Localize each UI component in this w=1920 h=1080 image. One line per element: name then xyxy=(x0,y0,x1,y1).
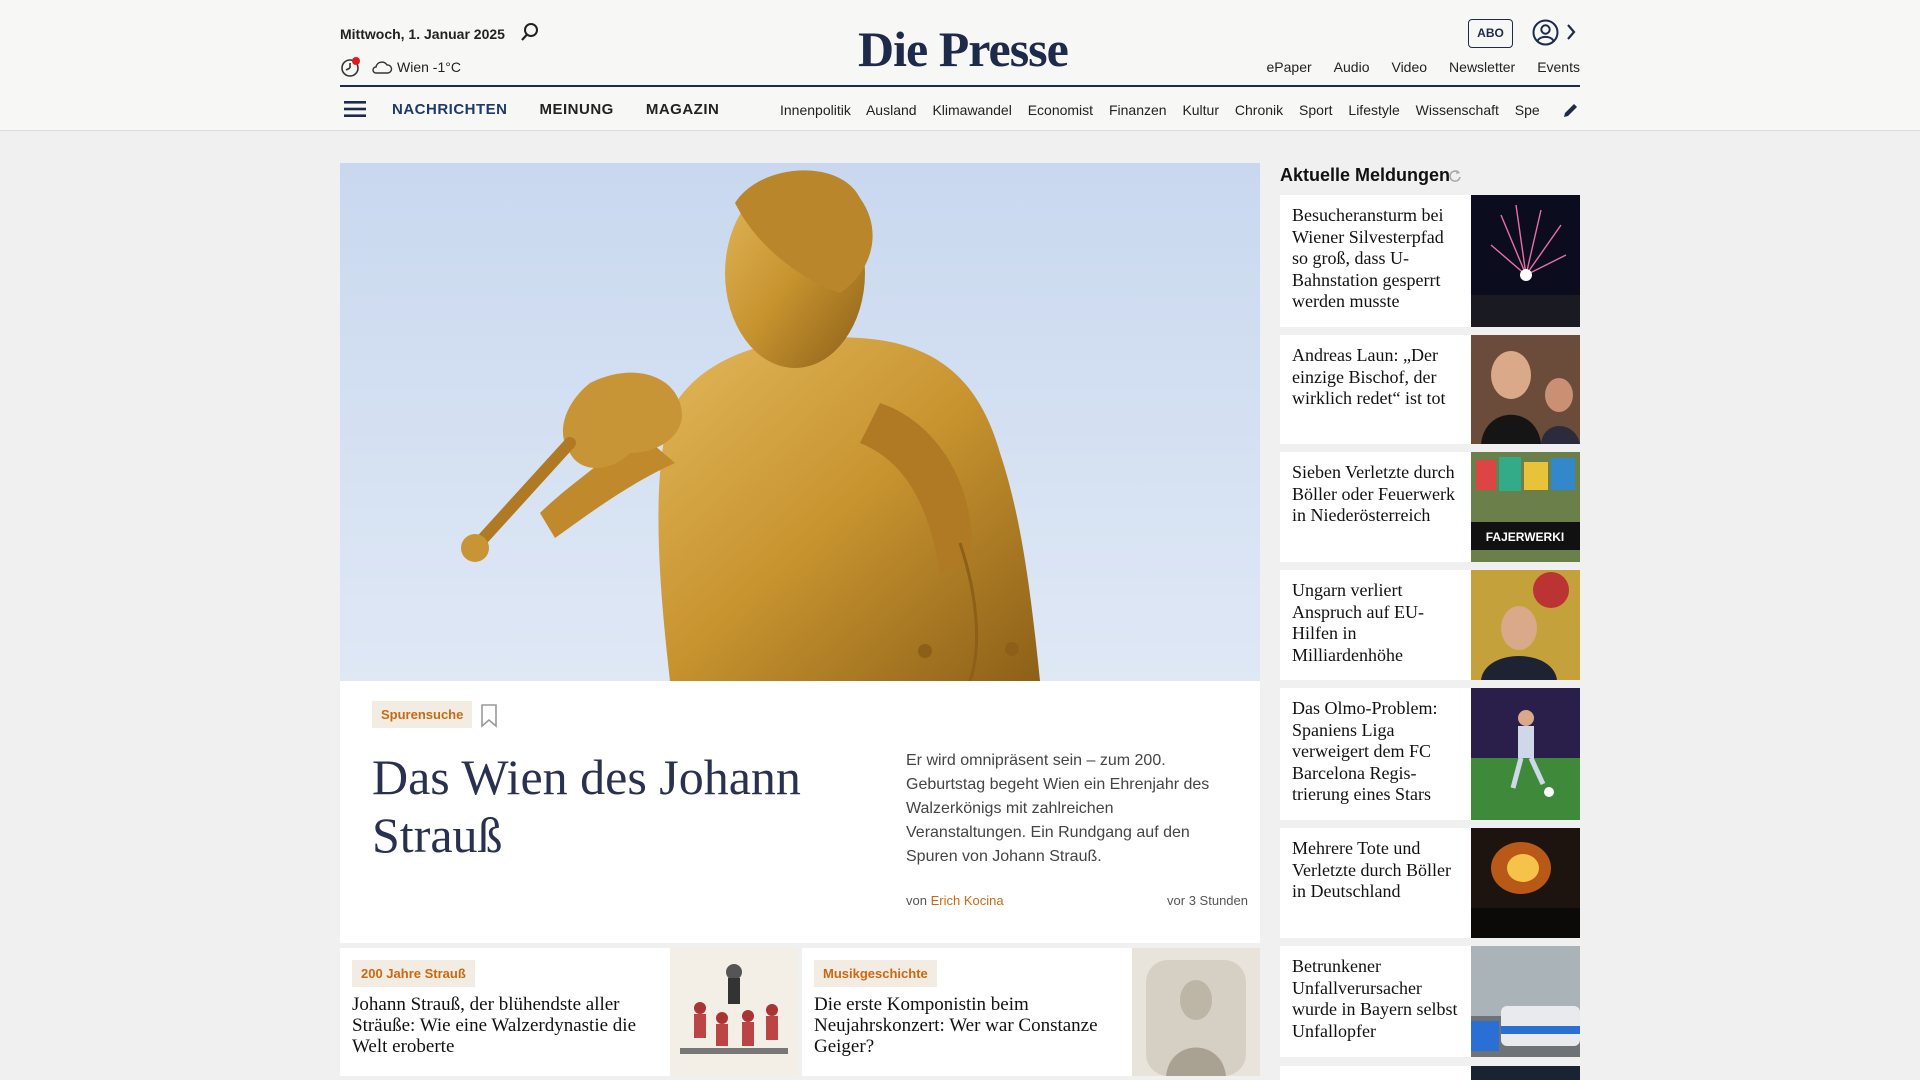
nav-meinung[interactable]: MEINUNG xyxy=(540,101,614,118)
search-icon[interactable] xyxy=(520,22,540,42)
card-image-orchestra[interactable] xyxy=(670,948,798,1076)
news-item[interactable]: Mehrere Tote und Verletzte durch Böller … xyxy=(1280,828,1580,938)
hamburger-menu-icon[interactable] xyxy=(344,100,366,118)
svg-text:FAJERWERKI: FAJERWERKI xyxy=(1486,530,1564,544)
news-headline[interactable]: Andreas Laun: „Der einzige Bischof, der … xyxy=(1292,345,1464,410)
site-logo[interactable]: Die Presse xyxy=(858,20,1069,78)
section-nav: Innenpolitik Ausland Klimawandel Economi… xyxy=(780,102,1540,118)
subnav-sport[interactable]: Sport xyxy=(1299,102,1332,118)
subnav-kultur[interactable]: Kultur xyxy=(1182,102,1219,118)
chevron-right-icon[interactable] xyxy=(1564,22,1578,42)
news-image-orban[interactable] xyxy=(1471,570,1580,680)
hero-category-tag[interactable]: Spurensuche xyxy=(372,701,473,728)
alert-clock-icon[interactable] xyxy=(340,56,362,78)
card-image-portrait[interactable] xyxy=(1132,948,1260,1076)
news-image-football[interactable] xyxy=(1471,688,1580,820)
news-headline[interactable]: Besucheransturm bei Wiener Silvesterpfad… xyxy=(1292,205,1464,313)
news-item[interactable] xyxy=(1280,1066,1580,1080)
news-image-fireworks[interactable] xyxy=(1471,195,1580,327)
card-headline[interactable]: Die erste Komponistin beim Neujahrskonze… xyxy=(814,994,1124,1057)
link-audio[interactable]: Audio xyxy=(1334,59,1370,75)
hero-headline[interactable]: Das Wien des Johann Strauß xyxy=(372,748,852,864)
byline: von Erich Kocina xyxy=(906,893,1004,908)
news-item[interactable]: Andreas Laun: „Der einzige Bischof, der … xyxy=(1280,335,1580,444)
news-headline[interactable]: Sieben Verletzte durch Böller oder Feuer… xyxy=(1292,462,1464,527)
news-image-police-car[interactable] xyxy=(1471,946,1580,1057)
subnav-wissenschaft[interactable]: Wissenschaft xyxy=(1416,102,1499,118)
news-image[interactable] xyxy=(1471,1066,1580,1080)
news-headline[interactable]: Das Olmo-Problem: Spaniens Liga verweige… xyxy=(1292,698,1464,806)
news-item[interactable]: Sieben Verletzte durch Böller oder Feuer… xyxy=(1280,452,1580,562)
refresh-icon[interactable] xyxy=(1448,169,1462,183)
subnav-ausland[interactable]: Ausland xyxy=(866,102,917,118)
news-item[interactable]: Ungarn verliert Anspruch auf EU-Hilfen i… xyxy=(1280,570,1580,680)
link-newsletter[interactable]: Newsletter xyxy=(1449,59,1515,75)
card-headline[interactable]: Johann Strauß, der blühendste aller Strä… xyxy=(352,994,652,1057)
subnav-lifestyle[interactable]: Lifestyle xyxy=(1348,102,1399,118)
abo-button[interactable]: ABO xyxy=(1468,19,1513,48)
link-video[interactable]: Video xyxy=(1391,59,1427,75)
subnav-innenpolitik[interactable]: Innenpolitik xyxy=(780,102,851,118)
hero-article[interactable]: Spurensuche Das Wien des Johann Strauß E… xyxy=(340,163,1260,943)
main-nav: NACHRICHTEN MEINUNG MAGAZIN xyxy=(392,101,719,118)
news-item[interactable]: Das Olmo-Problem: Spaniens Liga verweige… xyxy=(1280,688,1580,820)
news-headline[interactable]: Ungarn verliert Anspruch auf EU-Hilfen i… xyxy=(1292,580,1464,666)
nav-magazin[interactable]: MAGAZIN xyxy=(646,101,720,118)
card-category-tag[interactable]: 200 Jahre Strauß xyxy=(352,960,475,987)
hero-lead: Er wird omnipräsent sein – zum 200. Gebu… xyxy=(906,752,1210,865)
subnav-finanzen[interactable]: Finanzen xyxy=(1109,102,1167,118)
publish-time: vor 3 Stunden xyxy=(1167,893,1248,908)
news-image-firework-boxes[interactable]: FAJERWERKI xyxy=(1471,452,1580,562)
site-header: Mittwoch, 1. Januar 2025 Wien -1°C Die P… xyxy=(0,0,1920,131)
news-headline[interactable]: Betrunkener Unfallverursacher wurde in B… xyxy=(1292,956,1464,1042)
subnav-klimawandel[interactable]: Klimawandel xyxy=(932,102,1011,118)
news-headline[interactable]: Mehrere Tote und Verletzte durch Böller … xyxy=(1292,838,1464,903)
byline-prefix: von xyxy=(906,893,927,908)
author-link[interactable]: Erich Kocina xyxy=(931,893,1004,908)
news-item[interactable]: Betrunkener Unfallverursacher wurde in B… xyxy=(1280,946,1580,1057)
current-date: Mittwoch, 1. Januar 2025 xyxy=(340,26,505,42)
user-account-icon[interactable] xyxy=(1532,19,1559,46)
nav-nachrichten[interactable]: NACHRICHTEN xyxy=(392,101,508,118)
subnav-spectrum[interactable]: Spectrum xyxy=(1515,102,1540,118)
top-links: ePaper Audio Video Newsletter Events xyxy=(1267,59,1580,75)
news-image-fire[interactable] xyxy=(1471,828,1580,938)
news-item[interactable]: Besucheransturm bei Wiener Silvesterpfad… xyxy=(1280,195,1580,327)
article-card[interactable]: Musikgeschichte Die erste Komponistin be… xyxy=(802,948,1260,1076)
weather-text: Wien -1°C xyxy=(397,59,461,75)
header-divider xyxy=(340,85,1580,87)
subnav-economist[interactable]: Economist xyxy=(1028,102,1093,118)
hero-image-strauss-statue[interactable] xyxy=(340,163,1260,681)
news-image-bishop[interactable] xyxy=(1471,335,1580,444)
article-card[interactable]: 200 Jahre Strauß Johann Strauß, der blüh… xyxy=(340,948,798,1076)
pencil-icon[interactable] xyxy=(1562,101,1580,119)
link-events[interactable]: Events xyxy=(1537,59,1580,75)
sidebar-heading: Aktuelle Meldungen xyxy=(1280,165,1451,185)
card-category-tag[interactable]: Musikgeschichte xyxy=(814,960,937,987)
subnav-chronik[interactable]: Chronik xyxy=(1235,102,1283,118)
bookmark-icon[interactable] xyxy=(480,704,498,728)
cloud-icon xyxy=(372,61,393,74)
link-epaper[interactable]: ePaper xyxy=(1267,59,1312,75)
